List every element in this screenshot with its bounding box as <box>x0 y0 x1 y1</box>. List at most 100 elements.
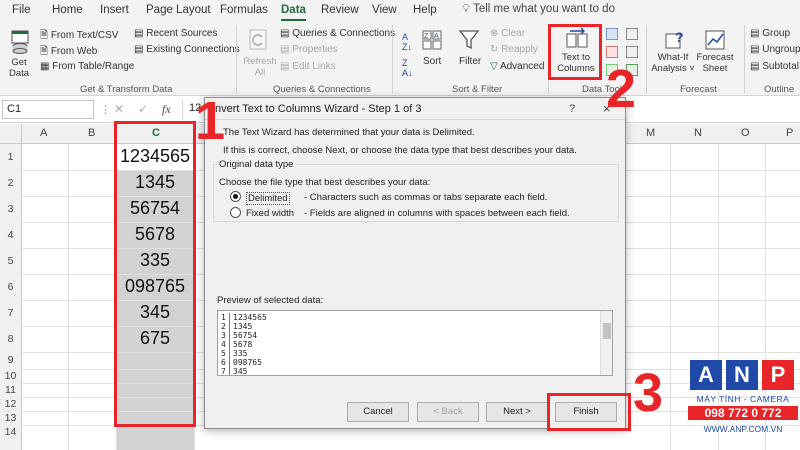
recent-sources-button[interactable]: ▤ Recent Sources <box>134 28 217 39</box>
fixed-width-radio-label[interactable]: Fixed width <box>246 208 294 219</box>
tell-me-search[interactable]: 💡︎ Tell me what you want to do <box>462 3 615 16</box>
remove-duplicates-icon[interactable] <box>606 46 618 58</box>
row-header-6[interactable]: 6 <box>0 274 22 300</box>
row-header-7[interactable]: 7 <box>0 300 22 326</box>
preview-line: 7 345 <box>221 367 248 376</box>
connections-icon: ▤ <box>134 44 144 55</box>
reapply-button[interactable]: ↻ Reapply <box>490 44 538 55</box>
filter-button[interactable]: Filter <box>459 56 481 67</box>
clear-button[interactable]: ⊗ Clear <box>490 28 525 39</box>
dialog-title-bar[interactable]: nvert Text to Columns Wizard - Step 1 of… <box>205 98 625 120</box>
delimited-radio-label[interactable]: Delimited <box>246 192 290 205</box>
delimited-description: - Characters such as commas or tabs sepa… <box>304 192 548 203</box>
from-web-label: From Web <box>50 46 98 57</box>
sort-az-icon[interactable]: A Z↓ <box>402 32 412 52</box>
get-data-icon[interactable] <box>9 28 31 54</box>
refresh-all-label: Refresh <box>243 56 277 67</box>
ribbon-tab-bar: File Home Insert Page Layout Formulas Da… <box>0 0 800 22</box>
select-all-corner[interactable] <box>0 124 22 144</box>
from-text-csv-label: From Text/CSV <box>50 30 119 41</box>
row-header-10[interactable]: 10 <box>0 369 22 383</box>
gridline <box>670 144 671 450</box>
tab-help[interactable]: Help <box>413 4 437 16</box>
from-text-csv-button[interactable]: 🗎︎ From Text/CSV <box>40 28 118 45</box>
subtotal-button[interactable]: ▤ Subtotal <box>750 61 799 72</box>
tab-data[interactable]: Data <box>281 4 306 21</box>
row-header-5[interactable]: 5 <box>0 248 22 274</box>
preview-line: 3 56754 <box>221 331 257 340</box>
from-web-button[interactable]: 🗎︎ From Web <box>40 44 97 61</box>
refresh-all-label-2: All <box>254 67 266 78</box>
edit-links-button[interactable]: ▤ Edit Links <box>280 61 336 72</box>
gridline <box>68 144 69 450</box>
svg-text:?: ? <box>675 29 684 45</box>
refresh-all-button[interactable]: Refresh All <box>243 56 277 78</box>
cancel-button[interactable]: Cancel <box>347 402 409 422</box>
existing-connections-button[interactable]: ▤ Existing Connections <box>134 44 240 55</box>
tab-review[interactable]: Review <box>321 4 359 16</box>
preview-label: Preview of selected data: <box>217 295 324 306</box>
column-header-o[interactable]: O <box>741 127 750 139</box>
get-data-label: Get <box>11 57 27 68</box>
help-button[interactable]: ? <box>569 103 575 115</box>
row-header-2[interactable]: 2 <box>0 170 22 196</box>
group-button[interactable]: ▤ Group <box>750 28 790 39</box>
what-if-analysis-button[interactable]: What-If Analysis ˅ <box>651 52 695 74</box>
tab-insert[interactable]: Insert <box>100 4 129 16</box>
row-header-3[interactable]: 3 <box>0 196 22 222</box>
tab-page-layout[interactable]: Page Layout <box>146 4 211 16</box>
dialog-intro-2: If this is correct, choose Next, or choo… <box>223 145 577 156</box>
row-header-11[interactable]: 11 <box>0 383 22 397</box>
scrollbar-thumb[interactable] <box>603 323 611 339</box>
column-header-a[interactable]: A <box>40 127 47 139</box>
enter-icon[interactable]: ✓ <box>138 102 148 116</box>
back-button[interactable]: < Back <box>417 402 479 422</box>
step-2-marker: 2 <box>606 59 637 119</box>
name-box[interactable]: C1 <box>2 100 94 119</box>
preview-scrollbar[interactable] <box>600 311 612 375</box>
tab-home[interactable]: Home <box>52 4 83 16</box>
tab-formulas[interactable]: Formulas <box>220 4 268 16</box>
sort-icon: ZA <box>420 28 444 52</box>
row-header-1[interactable]: 1 <box>0 144 22 170</box>
tab-file[interactable]: File <box>12 4 31 16</box>
sort-button[interactable]: Sort <box>423 56 441 67</box>
queries-connections-button[interactable]: ▤ Queries & Connections <box>280 28 395 39</box>
edit-links-label: Edit Links <box>292 61 336 72</box>
forecast-sheet-button[interactable]: Forecast Sheet <box>693 52 737 74</box>
row-header-13[interactable]: 13 <box>0 411 22 425</box>
from-table-range-button[interactable]: ▦ From Table/Range <box>40 61 134 72</box>
sort-za-icon[interactable]: Z A↓ <box>402 58 413 78</box>
preview-line-value: 345 <box>233 367 248 376</box>
tab-view[interactable]: View <box>372 4 397 16</box>
row-header-12[interactable]: 12 <box>0 397 22 411</box>
insert-function-icon[interactable]: fx <box>162 102 171 117</box>
flash-fill-icon[interactable] <box>606 28 618 40</box>
column-header-b[interactable]: B <box>88 127 95 139</box>
relationships-icon[interactable] <box>626 46 638 58</box>
column-header-m[interactable]: M <box>646 127 655 139</box>
fixed-width-radio[interactable] <box>230 207 241 218</box>
row-header-9[interactable]: 9 <box>0 352 22 369</box>
next-button[interactable]: Next > <box>486 402 548 422</box>
get-data-button[interactable]: Get Data <box>4 57 34 79</box>
consolidate-icon[interactable] <box>626 28 638 40</box>
column-header-n[interactable]: N <box>694 127 702 139</box>
data-preview[interactable]: 1 1234565 2 1345 3 56754 4 5678 5 335 6 098765… <box>217 310 613 376</box>
properties-button[interactable]: ▤ Properties <box>280 44 338 55</box>
advanced-button[interactable]: ▽ Advanced <box>490 61 544 72</box>
cancel-icon[interactable]: ✕ <box>114 102 124 116</box>
group-label: Group <box>762 28 791 39</box>
preview-line-value: 5678 <box>233 340 253 349</box>
forecast-sheet-icon <box>704 28 726 52</box>
row-header-14[interactable]: 14 <box>0 425 22 450</box>
row-header-8[interactable]: 8 <box>0 326 22 352</box>
forecast-sheet-label-2: Sheet <box>702 63 728 74</box>
logo-phone: 098 772 0 772 <box>688 406 798 420</box>
formula-options-icon: ⋮ <box>100 104 111 116</box>
subtotal-label: Subtotal <box>762 61 799 72</box>
row-header-4[interactable]: 4 <box>0 222 22 248</box>
delimited-radio[interactable] <box>230 191 241 202</box>
ungroup-button[interactable]: ▤ Ungroup <box>750 44 800 55</box>
column-header-p[interactable]: P <box>786 127 793 139</box>
